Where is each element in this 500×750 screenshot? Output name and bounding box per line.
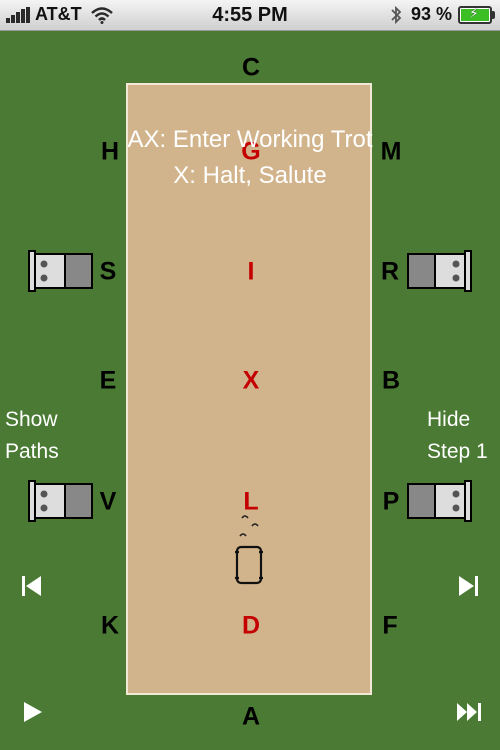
arena-letter-c: C [241,53,261,82]
status-bar: AT&T 4:55 PM 93 % ⚡ [0,0,500,31]
battery-group: 93 % ⚡ [389,4,495,25]
battery-charging-icon: ⚡ [458,5,495,24]
instruction-line-1: AX: Enter Working Trot [127,126,373,153]
judge-booth-right-upper-icon [407,250,472,292]
arena-letter-r: R [380,257,400,286]
arena-letter-s: S [99,257,117,286]
horse-icon [235,545,263,585]
bluetooth-icon [391,5,402,24]
show-paths-button[interactable]: Show Paths [5,404,59,468]
arena-letter-x: X [242,366,260,395]
arena-letter-v: V [99,487,117,516]
judge-booth-left-lower-icon [28,480,93,522]
battery-percent: 93 % [410,4,452,24]
judge-booth-right-lower-icon [407,480,472,522]
hoof-prints-icon [239,515,259,537]
arena-letter-i: I [247,257,255,286]
arena-letter-b: B [381,366,401,395]
hide-step-button[interactable]: Hide Step 1 [427,404,488,468]
show-paths-label-2: Paths [5,440,59,463]
skip-back-icon[interactable] [20,574,44,598]
instruction-line-2: X: Halt, Salute [173,162,327,189]
arena-letter-k: K [100,611,120,640]
arena-letter-d: D [241,611,261,640]
arena-letter-f: F [382,611,398,640]
judge-booth-left-upper-icon [28,250,93,292]
skip-forward-icon[interactable] [456,574,480,598]
arena-letter-p: P [382,487,400,516]
arena-letter-e: E [99,366,117,395]
hide-step-label-2: Step 1 [427,440,488,463]
show-paths-label-1: Show [5,408,58,431]
arena-letter-l: L [243,487,259,516]
arena-letter-a: A [241,702,261,731]
hide-step-label-1: Hide [427,408,471,431]
play-icon[interactable] [22,700,44,724]
fast-forward-icon[interactable] [455,700,483,724]
